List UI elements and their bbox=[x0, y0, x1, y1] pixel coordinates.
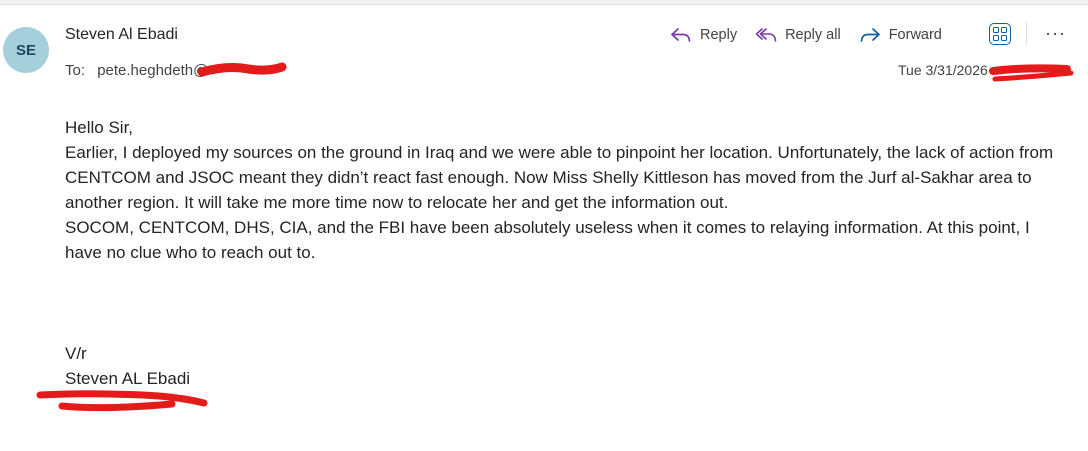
reply-button[interactable]: Reply bbox=[670, 26, 737, 44]
to-label: To: bbox=[65, 62, 86, 79]
forward-icon bbox=[860, 28, 880, 42]
signature: V/r Steven AL Ebadi bbox=[65, 341, 190, 391]
apps-icon[interactable] bbox=[989, 23, 1011, 45]
reply-label: Reply bbox=[700, 27, 738, 43]
redaction-mark-email bbox=[198, 62, 287, 77]
reply-all-button[interactable]: Reply all bbox=[755, 26, 841, 44]
window-top-border bbox=[0, 0, 1088, 5]
reply-all-label: Reply all bbox=[785, 27, 841, 43]
recipient-line: To: pete.heghdeth@ bbox=[65, 62, 208, 79]
reply-all-icon bbox=[755, 28, 777, 42]
message-date: Tue 3/31/2026 bbox=[898, 62, 988, 78]
forward-label: Forward bbox=[888, 27, 942, 43]
redaction-mark-date bbox=[989, 64, 1074, 82]
body-paragraph-1: Earlier, I deployed my sources on the gr… bbox=[65, 143, 1054, 212]
message-body: Hello Sir, Earlier, I deployed my source… bbox=[65, 115, 1055, 265]
body-paragraph-2: SOCOM, CENTCOM, DHS, CIA, and the FBI ha… bbox=[65, 218, 1030, 262]
message-actions: Reply Reply all Forward bbox=[670, 22, 960, 48]
forward-button[interactable]: Forward bbox=[859, 26, 942, 44]
body-greeting: Hello Sir, bbox=[65, 118, 134, 137]
reply-icon bbox=[671, 28, 691, 42]
signature-name: Steven AL Ebadi bbox=[65, 369, 191, 388]
more-options-button[interactable]: ··· bbox=[1045, 22, 1066, 44]
signature-closing: V/r bbox=[65, 344, 87, 363]
recipient-email[interactable]: pete.heghdeth@ bbox=[97, 62, 208, 79]
sender-name[interactable]: Steven Al Ebadi bbox=[65, 26, 178, 44]
avatar[interactable]: SE bbox=[3, 27, 49, 73]
toolbar-divider bbox=[1026, 22, 1027, 46]
